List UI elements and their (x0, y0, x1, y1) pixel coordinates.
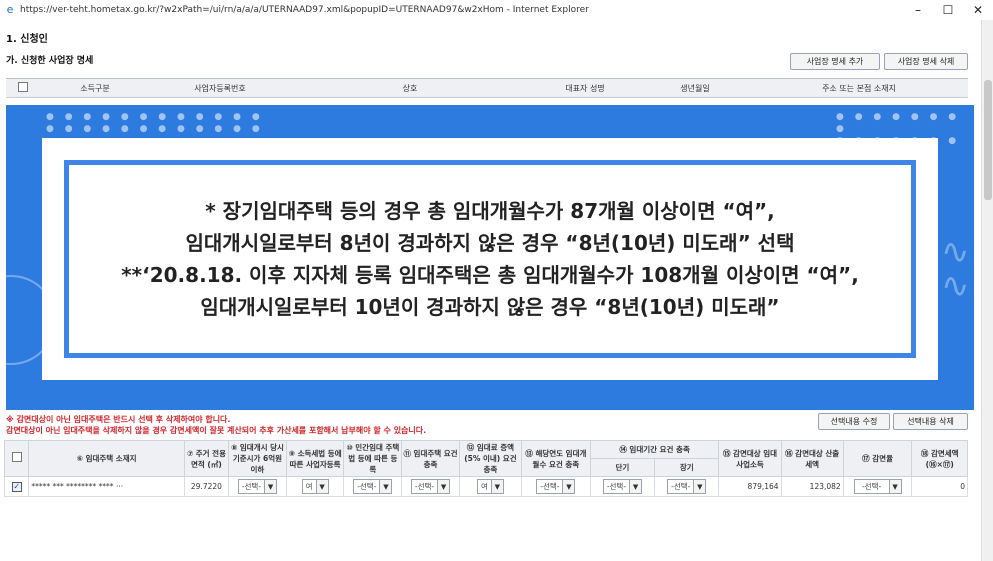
col-company-name: 상호 (402, 83, 418, 93)
select-all-rows-checkbox[interactable] (11, 452, 22, 462)
col-housing-requirement: ⑪ 임대주택 요건 충족 (401, 440, 460, 477)
vertical-scrollbar[interactable] (981, 20, 993, 561)
dot-pattern: ● ● ● ● ● ● ● ● ● ● ● ● ● ● ● ● ● ● ● ● ●… (46, 112, 264, 134)
window-url: https://ver-teht.hometax.go.kr/?w2xPath=… (20, 5, 589, 15)
info-line-1: * 장기임대주택 등의 경우 총 임대개월수가 87개월 이상이면 “여”, (205, 199, 775, 223)
warning-line-1: ※ 감면대상이 아닌 임대주택은 반드시 선택 후 삭제하여야 합니다. (6, 415, 231, 424)
warning-line-2: 감면대상이 아닌 임대주택을 삭제하지 않을 경우 감면세액이 잘못 계산되어 … (6, 426, 427, 435)
edit-selection-button[interactable]: 선택내용 수정 (818, 413, 890, 430)
delete-workplace-button[interactable]: 사업장 명세 삭제 (884, 53, 968, 70)
chevron-down-icon: ▼ (629, 480, 642, 493)
info-panel: * 장기임대주택 등의 경우 총 임대개월수가 87개월 이상이면 “여”, 임… (42, 138, 938, 380)
reduction-rate-select[interactable]: -선택- ▼ (853, 479, 902, 494)
private-registration-select[interactable]: -선택- ▼ (353, 479, 393, 494)
col-area: ⑦ 주거 전용 면적 (㎡) (183, 440, 230, 477)
row-reduction-amount: 0 (911, 476, 968, 497)
col-birthdate: 생년월일 (680, 83, 710, 93)
standard-price-select[interactable]: -선택- ▼ (237, 479, 278, 494)
info-panel-border: * 장기임대주택 등의 경우 총 임대개월수가 87개월 이상이면 “여”, 임… (64, 160, 916, 358)
col-standard-price: ⑧ 임대개시 당시 기준시가 6억원 이하 (228, 440, 287, 477)
minimize-button[interactable]: – (903, 3, 933, 17)
short-term-select[interactable]: -선택- ▼ (602, 479, 643, 494)
row-calculated-tax: 123,082 (780, 476, 844, 497)
sub-title: 가. 신청한 사업장 명세 (6, 56, 94, 66)
rental-housing-table: ⑥ 임대주택 소재지 ⑦ 주거 전용 면적 (㎡) ⑧ 임대개시 당시 기준시가… (3, 440, 968, 497)
long-term-select[interactable]: -선택- ▼ (667, 479, 707, 494)
row-reduction-income: 879,164 (718, 476, 782, 497)
section-title: 1. 신청인 (6, 34, 48, 45)
col-long-term: 장기 (654, 458, 720, 477)
col-reduction-amount: ⑱ 감면세액 (⑯×⑰) (911, 440, 968, 477)
table-row[interactable]: ✓ ***** *** ******** **** ··· 29.7220 -선… (3, 476, 968, 497)
chevron-down-icon: ▼ (490, 480, 503, 493)
info-overlay-banner: ● ● ● ● ● ● ● ● ● ● ● ● ● ● ● ● ● ● ● ● ●… (6, 105, 974, 410)
col-business-registration: ⑨ 소득세법 등에 따른 사업자등록 (285, 440, 345, 477)
add-workplace-button[interactable]: 사업장 명세 추가 (790, 53, 880, 70)
row-checkbox[interactable]: ✓ (11, 481, 22, 492)
col-income-type: 소득구분 (80, 83, 110, 93)
wave-decoration: ∿ ∿ (941, 232, 970, 306)
select-all-checkbox[interactable] (18, 82, 28, 92)
window-titlebar: e https://ver-teht.hometax.go.kr/?w2xPat… (0, 0, 993, 20)
chevron-down-icon: ▼ (562, 480, 575, 493)
col-housing-address: ⑥ 임대주택 소재지 (28, 440, 185, 477)
rental-months-select[interactable]: -선택- ▼ (536, 479, 576, 494)
row-area: 29.7220 (183, 476, 230, 497)
chevron-down-icon: ▼ (379, 480, 392, 493)
rent-increase-select[interactable]: 여 ▼ (476, 479, 504, 494)
workplace-table-header: 소득구분 사업자등록번호 상호 대표자 성명 생년월일 주소 또는 본점 소재지 (6, 78, 968, 98)
chevron-down-icon: ▼ (315, 480, 328, 493)
col-business-number: 사업자등록번호 (194, 83, 246, 93)
close-button[interactable]: ✕ (963, 3, 993, 17)
col-calculated-tax: ⑯ 감면대상 산출세액 (780, 440, 844, 477)
col-rent-increase: ⑫ 임대료 증액 (5% 이내) 요건 충족 (458, 440, 522, 477)
col-address: 주소 또는 본점 소재지 (822, 83, 896, 93)
housing-requirement-select[interactable]: -선택- ▼ (410, 479, 451, 494)
info-line-2: 임대개시일로부터 8년이 경과하지 않은 경우 “8년(10년) 미도래” 선택 (185, 231, 795, 255)
delete-selection-button[interactable]: 선택내용 삭제 (893, 413, 968, 430)
col-representative: 대표자 성명 (565, 83, 605, 93)
col-reduction-income: ⑮ 감면대상 임대사업소득 (718, 440, 782, 477)
scrollbar-thumb[interactable] (984, 80, 992, 200)
maximize-button[interactable]: ☐ (933, 3, 963, 17)
chevron-down-icon: ▼ (888, 480, 901, 493)
business-registration-select[interactable]: 여 ▼ (301, 479, 329, 494)
chevron-down-icon: ▼ (264, 480, 277, 493)
col-short-term: 단기 (589, 458, 656, 477)
info-line-4: 임대개시일로부터 10년이 경과하지 않은 경우 “8년(10년) 미도래” (200, 295, 780, 319)
chevron-down-icon: ▼ (693, 480, 706, 493)
row-address: ***** *** ******** **** ··· (28, 476, 185, 497)
internet-explorer-icon: e (6, 3, 14, 16)
col-private-registration: ⑩ 민간임대 주택법 등에 따른 등록 (343, 440, 403, 477)
col-rental-period: ⑭ 임대기간 요건 충족 (589, 440, 720, 459)
chevron-down-icon: ▼ (437, 480, 450, 493)
info-line-3: **‘20.8.18. 이후 지자체 등록 임대주택은 총 임대개월수가 108… (121, 263, 859, 287)
col-reduction-rate: ⑰ 감면율 (842, 440, 913, 477)
col-rental-months: ⑬ 해당연도 임대개월수 요건 충족 (520, 440, 591, 477)
